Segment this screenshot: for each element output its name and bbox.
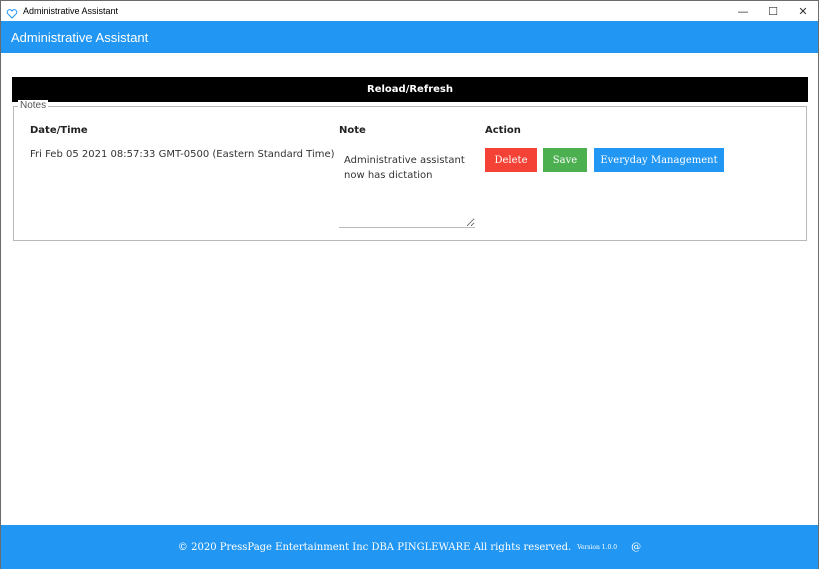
save-button[interactable]: Save (543, 148, 587, 172)
footer-at-link[interactable]: @ (631, 542, 641, 553)
close-button[interactable]: ✕ (788, 1, 818, 21)
minimize-button[interactable]: — (728, 1, 758, 21)
column-header-action: Action (485, 125, 521, 136)
window-title: Administrative Assistant (23, 6, 119, 16)
app-header: Administrative Assistant (1, 21, 818, 53)
footer-copyright: © 2020 PressPage Entertainment Inc DBA P… (177, 541, 572, 553)
delete-button[interactable]: Delete (485, 148, 537, 172)
window-titlebar: Administrative Assistant — ☐ ✕ (1, 1, 818, 21)
heart-icon (6, 5, 18, 19)
footer: © 2020 PressPage Entertainment Inc DBA P… (1, 525, 818, 569)
column-header-note: Note (339, 125, 366, 136)
page-title: Administrative Assistant (11, 29, 149, 45)
window-controls: — ☐ ✕ (728, 1, 818, 21)
note-datetime: Fri Feb 05 2021 08:57:33 GMT-0500 (Easte… (30, 149, 335, 160)
maximize-button[interactable]: ☐ (758, 1, 788, 21)
reload-refresh-button[interactable]: Reload/Refresh (12, 77, 808, 102)
everyday-management-button[interactable]: Everyday Management (594, 148, 724, 172)
footer-version: Version 1.0.0 (577, 543, 618, 551)
notes-legend: Notes (18, 100, 49, 111)
note-textarea[interactable]: Administrative assistant now has dictati… (339, 148, 475, 228)
column-header-datetime: Date/Time (30, 125, 88, 136)
